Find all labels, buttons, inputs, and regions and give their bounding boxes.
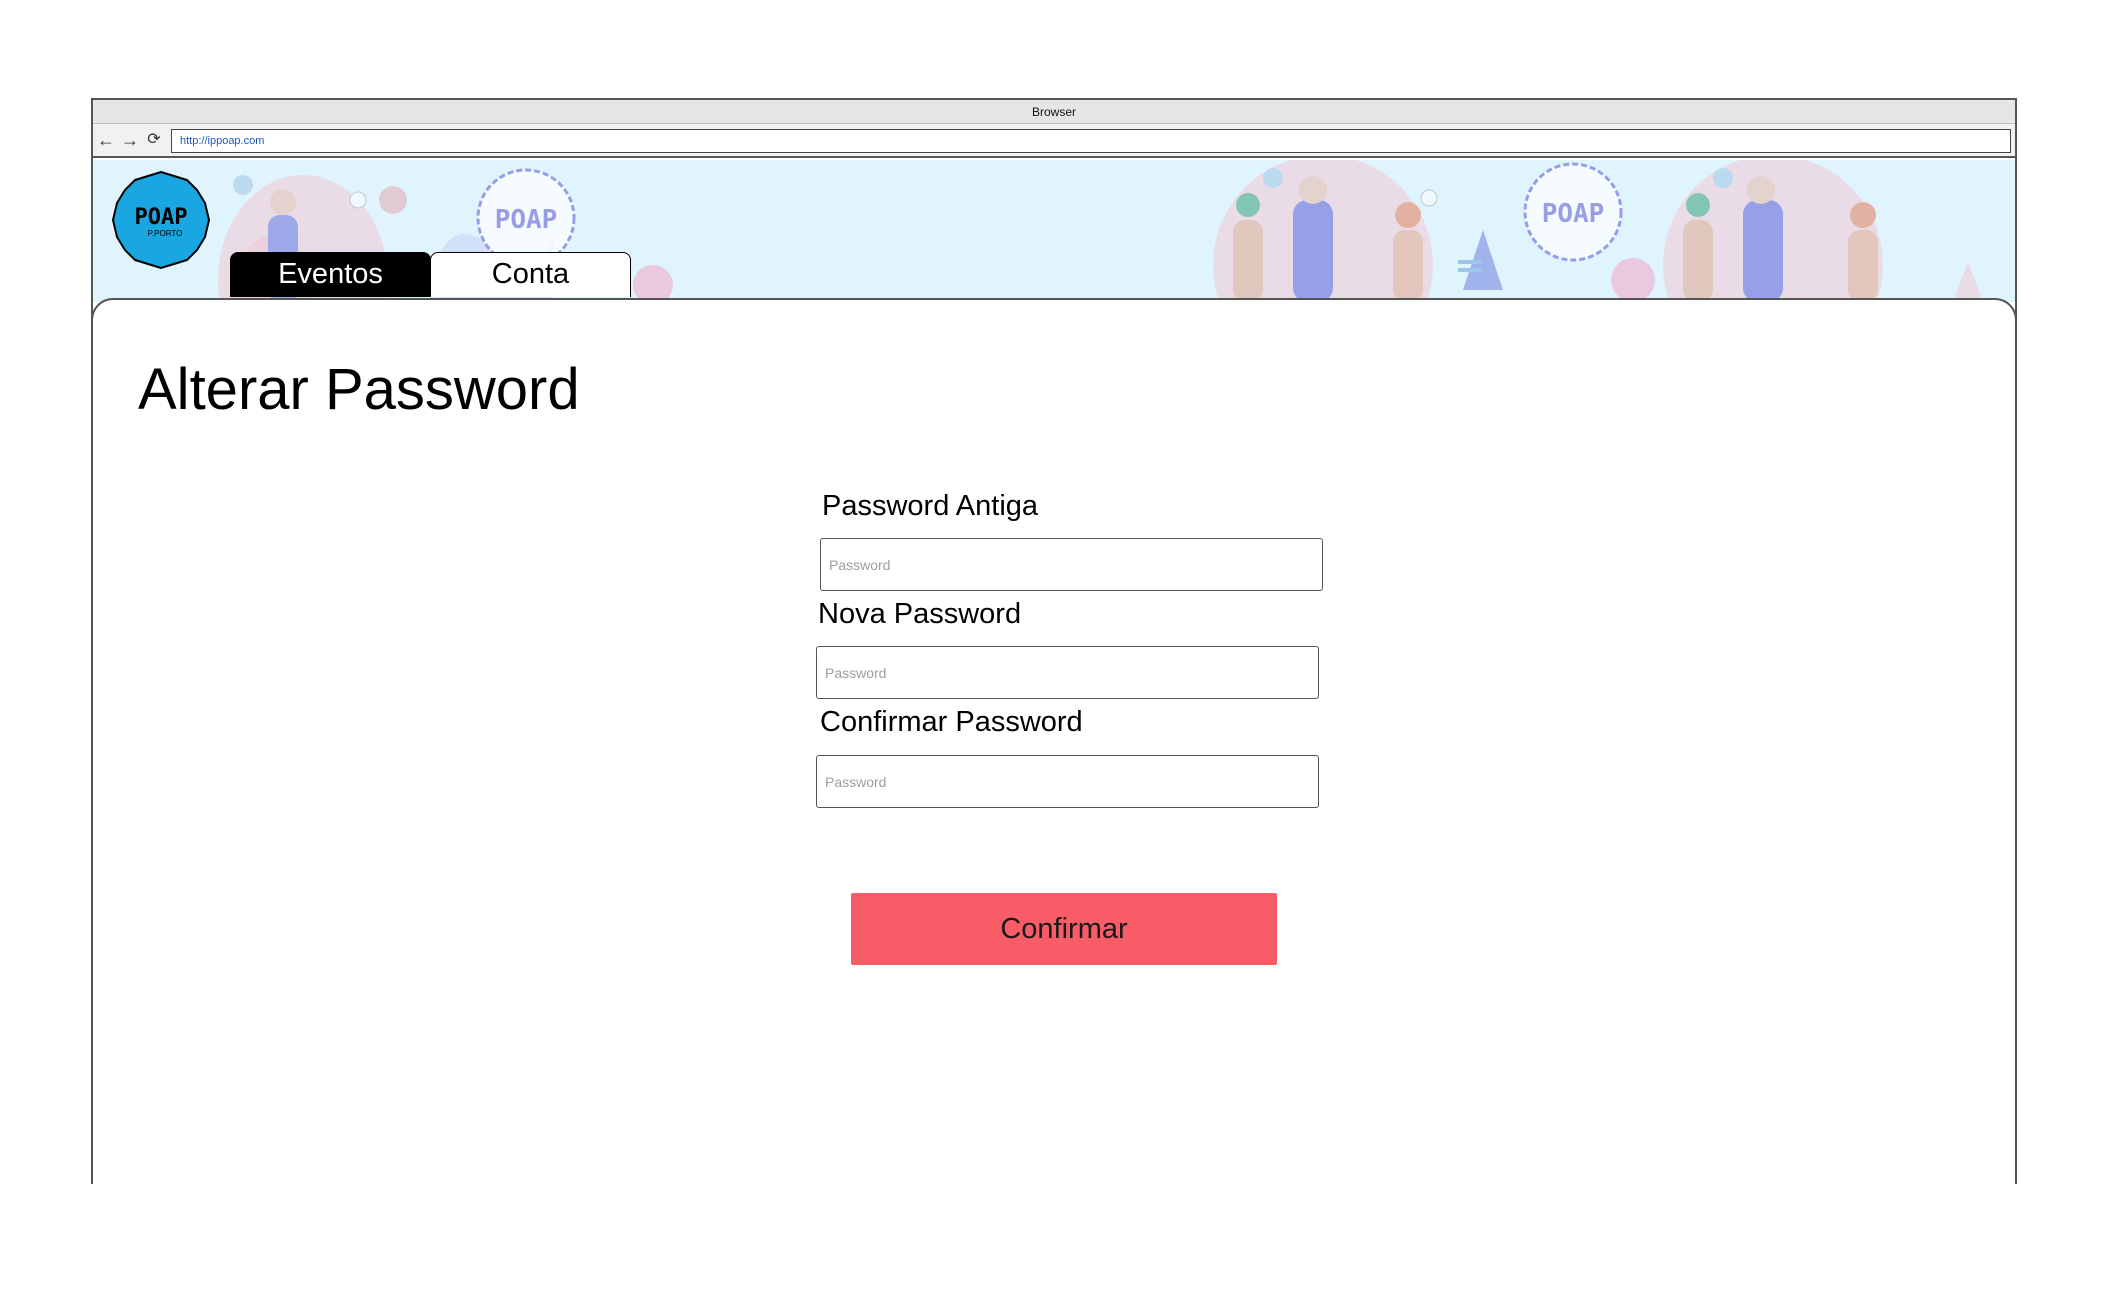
arrow-left-icon[interactable]: ←	[97, 129, 115, 151]
page-title: Alterar Password	[138, 357, 580, 422]
svg-text:POAP: POAP	[495, 205, 558, 235]
confirm-button[interactable]: Confirmar	[851, 893, 1277, 965]
reload-icon[interactable]: ⟳	[145, 129, 163, 151]
arrow-right-icon[interactable]: →	[121, 129, 139, 151]
confirm-password-label: Confirmar Password	[820, 706, 1083, 738]
address-bar: ← → ⟳ http://ippoap.com	[93, 124, 2015, 158]
svg-text:P.PORTO: P.PORTO	[148, 229, 183, 238]
svg-text:POAP: POAP	[1542, 199, 1605, 229]
new-password-input[interactable]	[816, 646, 1319, 699]
tab-eventos[interactable]: Eventos	[230, 252, 431, 297]
header-banner: POAP POAP POAP P.PORTO Eventos Conta	[93, 160, 2015, 302]
browser-window: Browser ← → ⟳ http://ippoap.com POAP POA…	[91, 98, 2017, 1184]
url-input[interactable]: http://ippoap.com	[171, 129, 2011, 153]
new-password-label: Nova Password	[818, 598, 1022, 630]
tab-conta[interactable]: Conta	[430, 252, 631, 297]
main-content-panel: Alterar Password Password Antiga Nova Pa…	[91, 298, 2017, 1184]
browser-titlebar: Browser	[93, 100, 2015, 124]
old-password-label: Password Antiga	[822, 490, 1039, 522]
old-password-input[interactable]	[820, 538, 1323, 591]
poap-logo: POAP P.PORTO	[111, 170, 211, 270]
svg-text:POAP: POAP	[135, 205, 188, 230]
confirm-password-input[interactable]	[816, 755, 1319, 808]
